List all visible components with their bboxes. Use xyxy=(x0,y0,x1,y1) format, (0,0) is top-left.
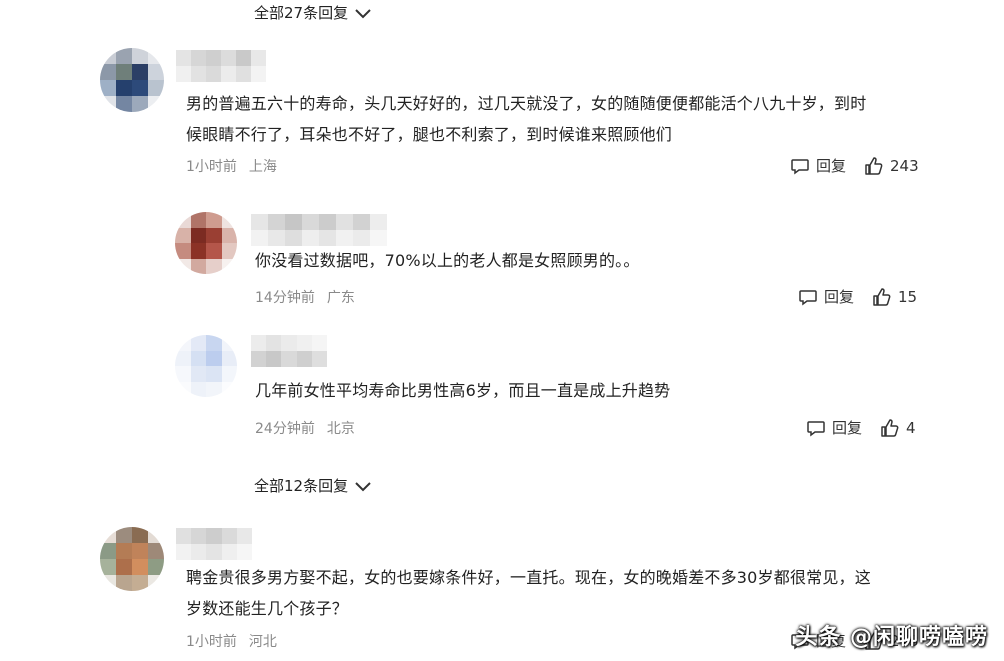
like-button[interactable]: 243 xyxy=(864,156,919,176)
reply-button[interactable]: 回复 xyxy=(790,155,846,176)
comment-meta: 14分钟前 广东 xyxy=(255,287,355,307)
username-blurred[interactable] xyxy=(251,335,327,367)
location: 北京 xyxy=(326,421,355,437)
chevron-down-icon xyxy=(355,481,371,491)
comment-actions: 回复 243 xyxy=(790,155,919,176)
comment-text: 你没看过数据吧，70%以上的老人都是女照顾男的。。 xyxy=(255,245,935,276)
comment-text: 男的普遍五六十的寿命，头几天好好的，过几天就没了，女的随随便便都能活个八九十岁，… xyxy=(186,88,946,150)
like-count: 15 xyxy=(898,287,918,306)
username-blurred[interactable] xyxy=(176,50,266,82)
comment-text-line: 候眼睛不行了，耳朵也不好了，腿也不利索了，到时候谁来照顾他们 xyxy=(186,125,673,144)
expand-all-replies-top[interactable]: 全部27条回复 xyxy=(254,2,372,23)
avatar xyxy=(175,335,237,397)
comment-bubble-icon xyxy=(807,420,825,436)
avatar xyxy=(175,212,237,274)
expand-all-replies[interactable]: 全部12条回复 xyxy=(254,475,372,496)
reply-label: 回复 xyxy=(816,157,847,175)
comment-actions: 回复 15 xyxy=(798,286,917,307)
timestamp: 14分钟前 xyxy=(255,290,315,306)
expand-label: 全部27条回复 xyxy=(254,4,349,22)
location: 上海 xyxy=(248,159,277,175)
reply-label: 回复 xyxy=(824,288,855,306)
comments-page: 全部27条回复 男的普遍五六十的寿命，头几天好好的，过几天就没了，女的随随便便都… xyxy=(0,0,1004,661)
comment-actions: 回复 4 xyxy=(806,417,916,438)
like-button[interactable]: 4 xyxy=(880,418,916,438)
location: 河北 xyxy=(248,634,277,650)
timestamp: 1小时前 xyxy=(186,159,237,175)
thumbs-up-icon xyxy=(865,156,883,175)
thumbs-up-icon xyxy=(873,287,891,306)
timestamp: 1小时前 xyxy=(186,634,237,650)
username-blurred[interactable] xyxy=(251,214,387,246)
username-blurred[interactable] xyxy=(176,528,252,560)
like-count: 243 xyxy=(890,156,919,175)
comment-text-line: 几年前女性平均寿命比男性高6岁，而且一直是成上升趋势 xyxy=(255,381,671,400)
comment-meta: 1小时前 上海 xyxy=(186,156,277,176)
reply-button[interactable]: 回复 xyxy=(806,417,862,438)
comment-meta: 1小时前 河北 xyxy=(186,631,277,651)
thumbs-up-icon xyxy=(881,418,899,437)
comment-text: 聘金贵很多男方娶不起，女的也要嫁条件好，一直托。现在，女的晚婚差不多30岁都很常… xyxy=(186,562,946,624)
reply-label: 回复 xyxy=(832,419,863,437)
watermark: 头条 @闲聊唠嗑唠 xyxy=(795,625,988,650)
comment-text-line: 男的普遍五六十的寿命，头几天好好的，过几天就没了，女的随随便便都能活个八九十岁，… xyxy=(186,94,867,113)
like-button[interactable]: 15 xyxy=(872,287,917,307)
location: 广东 xyxy=(326,290,355,306)
expand-label: 全部12条回复 xyxy=(254,477,349,495)
comment-bubble-icon xyxy=(791,158,809,174)
chevron-down-icon xyxy=(355,8,371,18)
reply-button[interactable]: 回复 xyxy=(798,286,854,307)
comment-text-line: 你没看过数据吧，70%以上的老人都是女照顾男的。。 xyxy=(255,251,640,270)
timestamp: 24分钟前 xyxy=(255,421,315,437)
comment-text: 几年前女性平均寿命比男性高6岁，而且一直是成上升趋势 xyxy=(255,375,935,406)
comment-bubble-icon xyxy=(799,289,817,305)
avatar xyxy=(100,48,164,112)
comment-text-line: 聘金贵很多男方娶不起，女的也要嫁条件好，一直托。现在，女的晚婚差不多30岁都很常… xyxy=(186,568,871,587)
like-count: 4 xyxy=(906,418,916,437)
avatar xyxy=(100,527,164,591)
comment-meta: 24分钟前 北京 xyxy=(255,418,355,438)
